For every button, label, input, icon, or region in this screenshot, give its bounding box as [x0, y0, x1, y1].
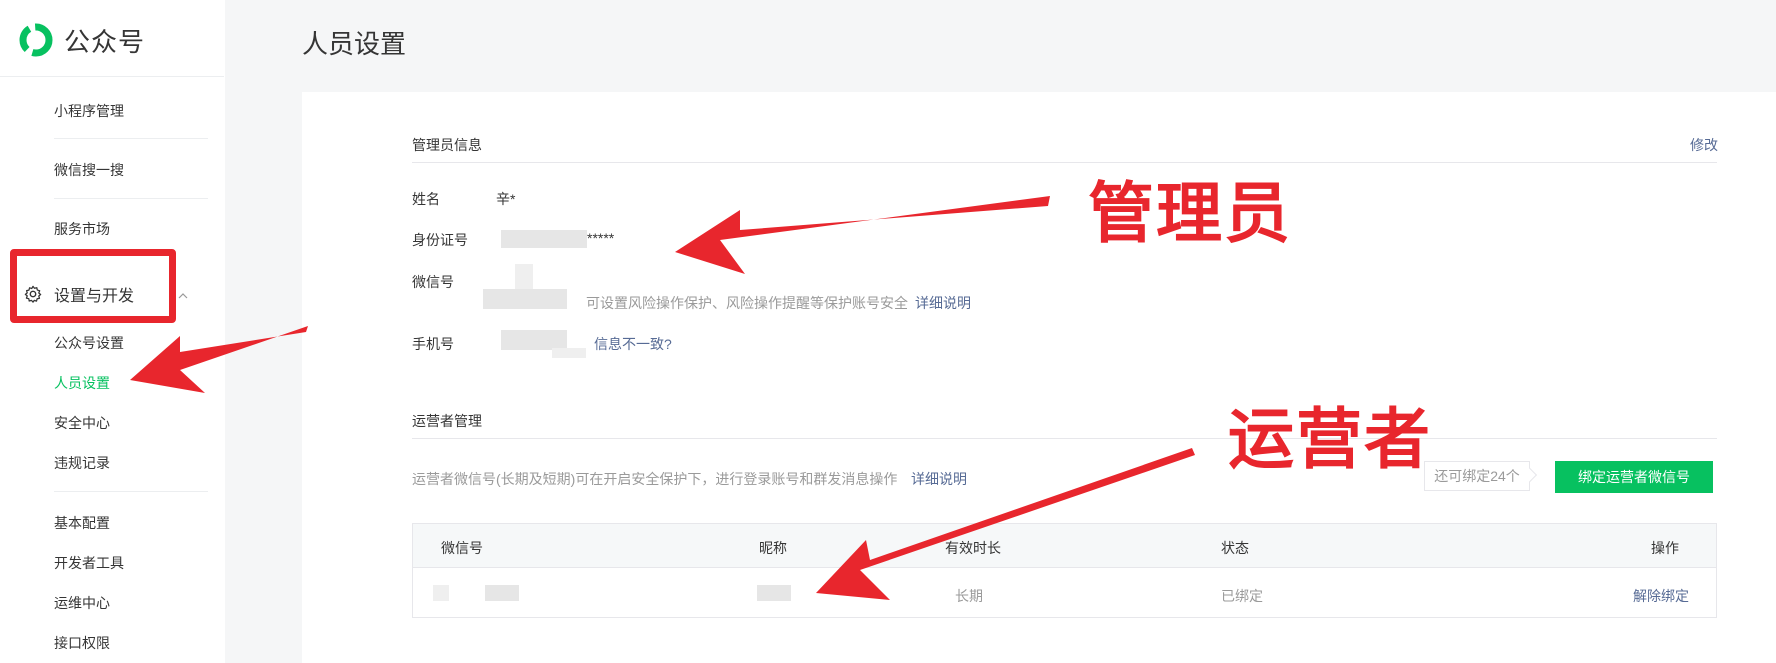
sidebar-item-service-market[interactable]: 服务市场	[54, 219, 110, 239]
wechat-redacted-block	[515, 264, 533, 290]
sidebar-item-basic-config[interactable]: 基本配置	[54, 513, 110, 533]
col-status: 状态	[1221, 540, 1249, 556]
operators-detail-link[interactable]: 详细说明	[911, 469, 967, 489]
nav-divider	[54, 491, 208, 492]
content-card: 管理员信息 修改 姓名 辛* 身份证号 ***** 微信号 可设置风险操作保护、…	[302, 92, 1776, 663]
wechat-official-account-logo-icon	[19, 23, 53, 57]
name-value: 辛*	[496, 191, 516, 207]
sidebar-item-miniprogram[interactable]: 小程序管理	[54, 101, 124, 121]
logo-divider	[0, 76, 224, 77]
chevron-up-icon[interactable]	[178, 291, 188, 301]
operators-section-title: 运营者管理	[412, 413, 482, 429]
operators-description: 运营者微信号(长期及短期)可在开启安全保护下，进行登录账号和群发消息操作	[412, 471, 898, 487]
phone-redacted-block	[501, 330, 567, 350]
annotation-highlight-box	[10, 249, 176, 323]
sidebar-item-ops-center[interactable]: 运维中心	[54, 593, 110, 613]
id-label: 身份证号	[412, 232, 468, 248]
id-redacted-block	[501, 230, 587, 248]
col-nickname: 昵称	[759, 540, 787, 556]
col-duration: 有效时长	[945, 540, 1001, 556]
page-title: 人员设置	[302, 29, 407, 59]
sidebar-item-staff-settings[interactable]: 人员设置	[54, 373, 110, 393]
admin-section-title: 管理员信息	[412, 137, 482, 153]
operators-section-divider	[412, 438, 1717, 439]
name-label: 姓名	[412, 191, 440, 207]
nav-divider	[54, 198, 208, 199]
sidebar-item-account-settings[interactable]: 公众号设置	[54, 333, 124, 353]
col-action: 操作	[1651, 540, 1679, 556]
unbind-link[interactable]: 解除绑定	[1633, 586, 1689, 606]
wechat-security-hint: 可设置风险操作保护、风险操作提醒等保护账号安全	[586, 295, 908, 311]
table-header	[413, 524, 1716, 568]
col-wechat-id: 微信号	[441, 540, 483, 556]
app-logo[interactable]: 公众号	[18, 22, 145, 58]
sidebar-item-security-center[interactable]: 安全中心	[54, 413, 110, 433]
sidebar-item-developer-tools[interactable]: 开发者工具	[54, 553, 124, 573]
operators-table: 微信号 昵称 有效时长 状态 操作 长期 已绑定 解除绑定	[412, 523, 1717, 618]
bind-operator-button[interactable]: 绑定运营者微信号	[1555, 461, 1713, 493]
annotation-admin-label: 管理员	[1088, 175, 1292, 252]
id-value-suffix: *****	[587, 230, 615, 246]
sidebar-item-violation-records[interactable]: 违规记录	[54, 453, 110, 473]
phone-mismatch-link[interactable]: 信息不一致?	[594, 334, 672, 354]
annotation-operator-label: 运营者	[1228, 401, 1432, 478]
wechat-detail-link[interactable]: 详细说明	[915, 293, 971, 313]
sidebar-item-api-permissions[interactable]: 接口权限	[54, 633, 110, 653]
bind-quota-indicator: 还可绑定24个	[1424, 461, 1530, 491]
phone-label: 手机号	[412, 336, 454, 352]
edit-admin-link[interactable]: 修改	[1690, 135, 1718, 155]
admin-section-divider	[412, 162, 1717, 163]
app-name: 公众号	[64, 26, 146, 57]
row-nickname-redacted	[757, 585, 791, 601]
sidebar-item-wechat-search[interactable]: 微信搜一搜	[54, 160, 124, 180]
wechat-qr-redacted	[483, 289, 567, 309]
row-wechat-id-redacted	[485, 585, 519, 601]
wechat-label: 微信号	[412, 274, 454, 290]
phone-redacted-block	[552, 348, 586, 358]
row-duration: 长期	[955, 588, 983, 604]
row-wechat-id-redacted	[433, 585, 449, 601]
sidebar: 公众号 小程序管理 微信搜一搜 服务市场 设置与开发 公众号设置 人员设置 安全…	[0, 0, 225, 663]
row-status: 已绑定	[1221, 588, 1263, 604]
nav-divider	[54, 138, 208, 139]
